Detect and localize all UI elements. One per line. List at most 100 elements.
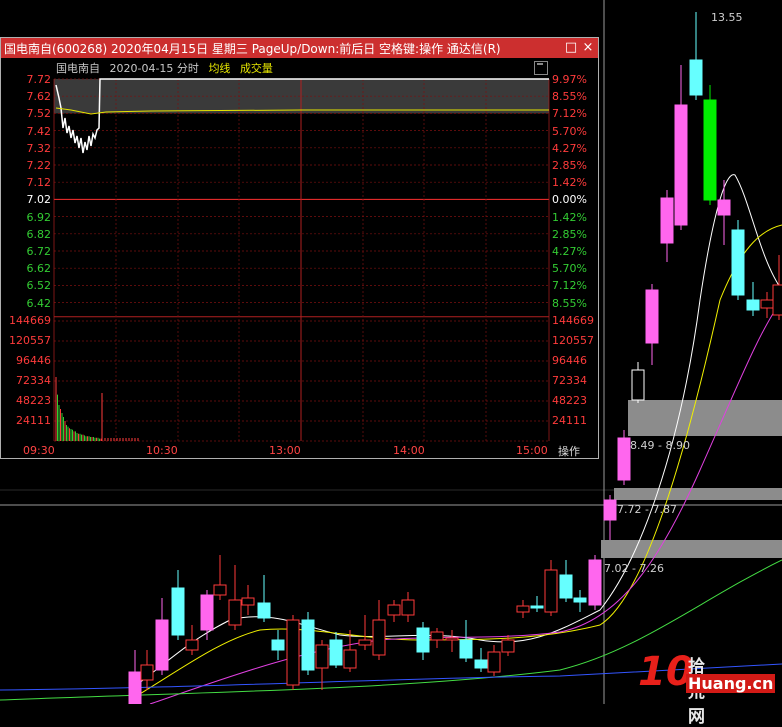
watermark-en: Huang.cn [686,674,776,693]
candle-body [631,369,645,401]
candle-body [603,499,617,521]
price-axis-label: 6.42 [26,296,52,310]
volume-axis-label: 24111 [16,414,51,427]
time-axis-label: 10:30 [146,444,178,457]
gap-box [628,400,782,436]
time-axis-label: 09:30 [23,444,55,457]
limit-up-band [54,79,549,114]
candle-body [544,569,558,613]
intraday-popup-window[interactable]: 国电南自(600268) 2020年04月15日 星期三 PageUp/Down… [0,37,599,459]
price-axis-label: 6.72 [26,245,52,258]
price-axis-label: 7.72 [26,73,52,86]
volume-axis-label: 144669 [9,314,51,327]
volume-axis-label: 24111 [552,414,587,427]
percent-axis-label: 1.42% [552,210,587,224]
candle-body [228,599,242,626]
chart-info-row: 国电南自 2020-04-15 分时 均线 成交量 [56,60,279,76]
price-axis-label: 7.12 [26,176,52,190]
percent-axis-label: 8.55% [552,296,587,310]
candle-body [271,639,285,651]
percent-axis-label: 8.55% [552,90,587,104]
volume-axis-label: 72334 [552,374,587,387]
percent-axis-label: 5.70% [552,124,587,138]
gap-label: 8.49 - 8.90 [630,439,690,452]
candle-body [401,599,415,616]
price-axis-label: 6.62 [26,262,52,276]
candle-body [445,637,459,641]
percent-axis-label: 5.70% [552,262,587,276]
time-axis-label: 14:00 [393,444,425,457]
price-axis-label: 7.02 [26,193,52,207]
volume-axis-label: 120557 [9,334,51,347]
candle-body [645,289,659,344]
avg-price-line [55,107,549,115]
percent-axis-label: 9.97% [552,73,587,86]
candle-body [474,659,488,669]
avg-line-label: 均线 [208,62,231,75]
popup-title-bar[interactable]: 国电南自(600268) 2020年04月15日 星期三 PageUp/Down… [1,38,598,58]
volume-axis-label: 72334 [16,374,51,387]
volume-axis-label: 96446 [16,354,51,367]
price-axis-label: 7.22 [26,159,52,172]
percent-axis-label: 2.85% [552,227,587,241]
percent-axis-label: 4.27% [552,245,587,258]
candle-body [660,197,674,244]
candle-body [329,639,343,666]
price-axis-label: 7.52 [26,107,52,121]
candle-body [772,284,782,316]
maximize-icon[interactable]: □ [563,40,579,55]
candle-body [559,574,573,599]
candle-body [573,597,587,603]
percent-axis-label: 7.12% [552,107,587,121]
price-axis-label: 7.42 [26,124,52,138]
candle-body [731,229,745,296]
operate-button[interactable]: 操作 [558,443,580,459]
candle-body [257,602,271,619]
volume-label: 成交量 [239,62,273,75]
time-axis-label: 13:00 [269,444,301,457]
candle-body [343,649,357,669]
price-axis-label: 6.82 [26,227,52,241]
peak-price-label: 13.55 [711,11,743,24]
volume-axis-label: 48223 [16,394,51,407]
candle-body [703,99,717,201]
candle-body [128,671,142,704]
candle-body [459,639,473,659]
candle-body [674,104,688,226]
price-axis-label: 6.92 [26,210,52,224]
volume-axis-label: 120557 [552,334,594,347]
price-line [55,78,549,154]
candle-body [430,631,444,641]
candle-body [315,644,329,669]
candle-body [416,627,430,653]
volume-axis-label: 96446 [552,354,587,367]
popup-title: 国电南自(600268) 2020年04月15日 星期三 PageUp/Down… [4,42,501,56]
candle-body [171,587,185,636]
chart-date: 2020-04-15 分时 [109,62,199,75]
candle-body [185,639,199,651]
candle-body [689,59,703,96]
percent-axis-label: 2.85% [552,159,587,172]
price-axis-label: 7.62 [26,90,52,104]
intraday-chart[interactable] [1,38,600,460]
gap-box [601,540,782,558]
gap-label: 7.02 - 7.26 [604,562,664,575]
gap-box [614,488,782,500]
candle-body [155,619,169,671]
candle-body [760,299,774,309]
close-icon[interactable]: × [580,40,596,55]
collapse-icon[interactable] [534,61,548,75]
volume-axis-label: 144669 [552,314,594,327]
volume-axis-label: 48223 [552,394,587,407]
candle-body [241,597,255,606]
candle-body [530,605,544,609]
percent-axis-label: 7.12% [552,279,587,293]
candle-body [358,639,372,646]
time-axis-label: 15:00 [516,444,548,457]
percent-axis-label: 4.27% [552,141,587,155]
candle-body [387,604,401,616]
candle-body [140,664,154,681]
candle-body [588,559,602,606]
price-axis-label: 6.52 [26,279,52,293]
price-axis-label: 7.32 [26,141,52,155]
